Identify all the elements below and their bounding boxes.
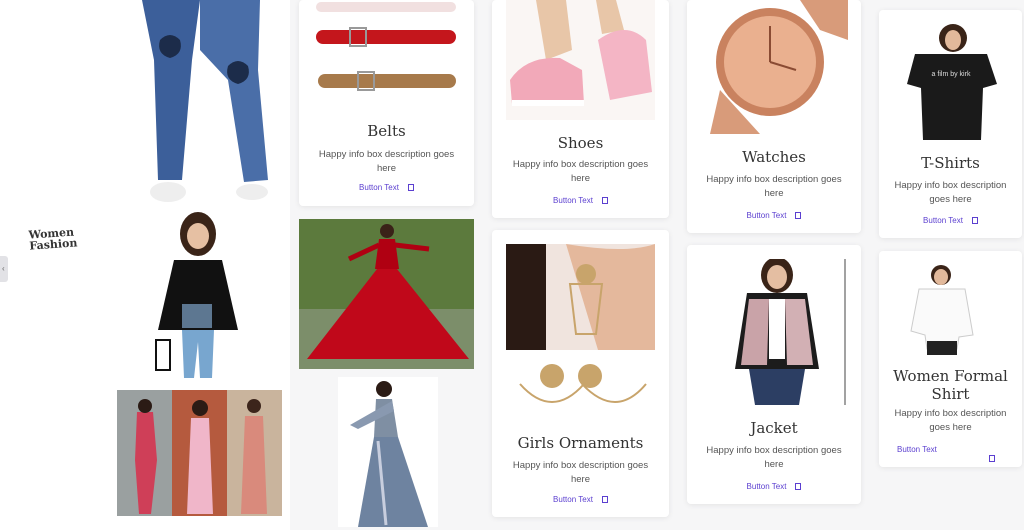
card-title: T-Shirts bbox=[921, 154, 980, 172]
card-description: Happy info box description goes here bbox=[512, 460, 649, 485]
arrow-icon bbox=[989, 455, 995, 462]
tshirts-image: a film by kirk bbox=[903, 24, 999, 140]
brand-logo[interactable]: Women Fashion bbox=[28, 226, 78, 253]
arrow-icon bbox=[795, 212, 802, 219]
card-button[interactable]: Button Text bbox=[897, 445, 1022, 463]
card-button[interactable]: Button Text bbox=[299, 183, 474, 192]
button-label: Button Text bbox=[923, 216, 963, 225]
logo-line2: Fashion bbox=[28, 236, 78, 253]
card-button[interactable]: Button Text bbox=[687, 482, 861, 491]
card-jacket: Jacket Happy info box description goes h… bbox=[687, 245, 861, 504]
card-button[interactable]: Button Text bbox=[879, 216, 1022, 225]
card-ornaments: Girls Ornaments Happy info box descripti… bbox=[492, 230, 669, 517]
formal-shirt-image bbox=[909, 265, 979, 355]
collage-image[interactable] bbox=[117, 390, 282, 516]
chevron-left-icon: ‹ bbox=[2, 264, 5, 273]
belts-image bbox=[314, 0, 459, 112]
button-label: Button Text bbox=[897, 445, 937, 454]
watches-image bbox=[700, 0, 848, 134]
sidebar-toggle[interactable]: ‹ bbox=[0, 256, 8, 282]
card-title: Watches bbox=[742, 148, 806, 166]
card-shoes: Shoes Happy info box description goes he… bbox=[492, 0, 669, 218]
card-watches: Watches Happy info box description goes … bbox=[687, 0, 861, 233]
button-label: Button Text bbox=[553, 196, 593, 205]
card-button[interactable]: Button Text bbox=[492, 196, 669, 205]
card-description: Happy info box description goes here bbox=[318, 149, 455, 174]
shoes-image bbox=[506, 0, 655, 120]
saree-image[interactable] bbox=[338, 377, 438, 527]
button-label: Button Text bbox=[359, 183, 399, 192]
arrow-icon bbox=[601, 496, 608, 503]
card-belts: Belts Happy info box description goes he… bbox=[299, 0, 474, 206]
jacket-image bbox=[727, 259, 847, 405]
black-top-image[interactable] bbox=[148, 212, 244, 380]
jeans-image[interactable] bbox=[140, 0, 270, 202]
arrow-icon bbox=[795, 483, 802, 490]
arrow-icon bbox=[971, 217, 978, 224]
card-button[interactable]: Button Text bbox=[492, 495, 669, 504]
button-label: Button Text bbox=[746, 482, 787, 491]
tshirt-print-text: a film by kirk bbox=[932, 71, 971, 78]
card-formal-shirt: Women Formal Shirt Happy info box descri… bbox=[879, 251, 1022, 467]
card-tshirts: a film by kirk T-Shirts Happy info box d… bbox=[879, 10, 1022, 238]
button-label: Button Text bbox=[746, 211, 787, 220]
arrow-icon bbox=[601, 197, 608, 204]
card-title: Girls Ornaments bbox=[517, 434, 644, 452]
card-description: Happy info box description goes here bbox=[894, 180, 1007, 205]
card-description: Happy info box description goes here bbox=[706, 174, 842, 199]
card-title: Women Formal Shirt bbox=[893, 367, 1008, 403]
card-description: Happy info box description goes here bbox=[512, 159, 649, 184]
card-button[interactable]: Button Text bbox=[687, 211, 861, 220]
ornaments-image bbox=[506, 244, 655, 420]
card-description: Happy info box description goes here bbox=[894, 408, 1007, 433]
button-label: Button Text bbox=[553, 495, 593, 504]
arrow-icon bbox=[407, 184, 414, 191]
card-title: Belts bbox=[367, 122, 406, 140]
card-title: Shoes bbox=[557, 134, 604, 152]
card-title: Jacket bbox=[750, 419, 798, 437]
card-description: Happy info box description goes here bbox=[706, 445, 842, 470]
red-dress-image[interactable] bbox=[299, 219, 474, 369]
